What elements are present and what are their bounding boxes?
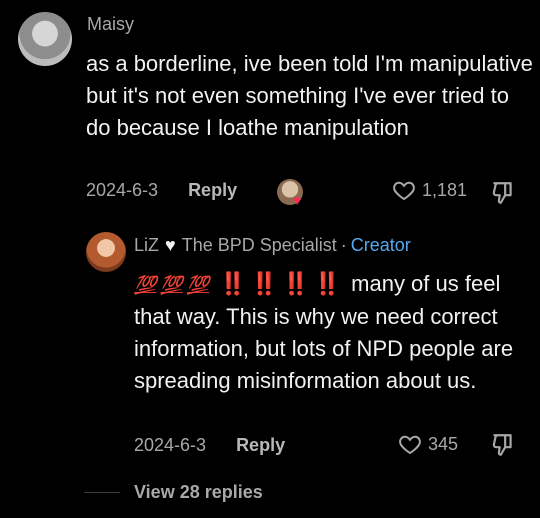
hundred-points-icon: 💯 xyxy=(160,275,183,295)
reply-avatar[interactable] xyxy=(86,232,126,272)
reply-reply-button[interactable]: Reply xyxy=(236,435,285,456)
double-exclamation-icon: ‼️ xyxy=(250,271,278,296)
reply-meta: 2024-6-3 Reply xyxy=(134,435,285,456)
white-heart-icon: ♥ xyxy=(165,235,176,255)
reply-username[interactable]: LiZ xyxy=(134,235,159,256)
double-exclamation-icon: ‼️ xyxy=(219,271,246,296)
avatar[interactable] xyxy=(18,12,72,66)
double-exclamation-icon: ‼️ xyxy=(282,271,309,296)
dislike-icon[interactable] xyxy=(490,180,516,206)
reply-like-button[interactable]: 345 xyxy=(398,432,458,456)
comment-date: 2024-6-3 xyxy=(86,180,159,200)
reply-text-block: 💯 💯 💯 ‼️ ‼️ ‼️ ‼️ many of us feel that way. T… xyxy=(134,268,534,397)
comment-username[interactable]: Maisy xyxy=(87,14,134,35)
hundred-points-icon: 💯 xyxy=(134,275,157,295)
creator-badge: Creator xyxy=(350,235,411,255)
reply-date: 2024-6-3 xyxy=(134,435,207,455)
reply-button[interactable]: Reply xyxy=(188,180,237,201)
comment-meta: 2024-6-3 Reply xyxy=(86,180,237,201)
like-button[interactable]: 1,181 xyxy=(392,178,467,202)
view-replies-button[interactable]: View 28 replies xyxy=(134,482,263,503)
heart-icon xyxy=(399,435,421,455)
heart-icon xyxy=(393,181,415,201)
like-count: 1,181 xyxy=(422,179,468,200)
comment-text: as a borderline, ive been told I'm manip… xyxy=(86,51,533,140)
hundred-points-icon: 💯 xyxy=(186,275,210,295)
reply-like-count: 345 xyxy=(428,433,459,454)
reply-display-name[interactable]: The BPD Specialist xyxy=(182,235,337,256)
separator: · xyxy=(340,235,347,255)
dislike-icon[interactable] xyxy=(490,432,516,458)
reply-header: LiZ ♥ The BPD Specialist · Creator xyxy=(134,235,411,256)
divider xyxy=(84,492,120,493)
double-exclamation-icon: ‼️ xyxy=(313,271,341,296)
creator-liked-heart-icon: ♥ xyxy=(293,192,302,208)
